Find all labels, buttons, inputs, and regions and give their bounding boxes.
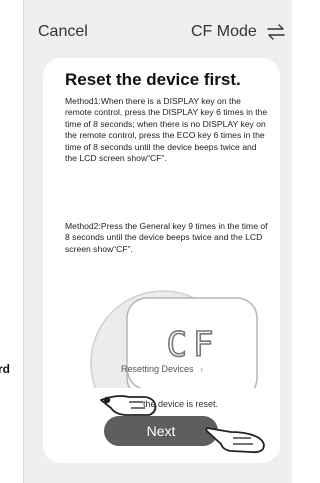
header-bar: Cancel CF Mode	[24, 0, 292, 56]
method1-text: Method1:When there is a DISPLAY key on t…	[65, 96, 268, 164]
phone-screen: Cancel CF Mode Reset the device first. M…	[23, 0, 292, 483]
resetting-link-label: Resetting Devices	[121, 364, 194, 374]
display-code: CF	[167, 325, 220, 365]
page-title: CF Mode	[191, 23, 257, 40]
chevron-right-icon: ›	[200, 364, 204, 374]
next-button[interactable]: Next	[104, 416, 218, 446]
pointing-hand-icon	[205, 427, 265, 454]
instruction-card: Reset the device first. Method1:When the…	[43, 58, 280, 463]
side-label: rd	[0, 362, 10, 376]
reset-confirm-text: the device is reset.	[143, 399, 219, 409]
card-heading: Reset the device first.	[65, 70, 241, 89]
cancel-button[interactable]: Cancel	[38, 23, 88, 41]
resetting-devices-link[interactable]: Resetting Devices ›	[121, 364, 203, 374]
swap-icon[interactable]	[267, 23, 285, 41]
method2-text: Method2:Press the General key 9 times in…	[65, 221, 268, 254]
